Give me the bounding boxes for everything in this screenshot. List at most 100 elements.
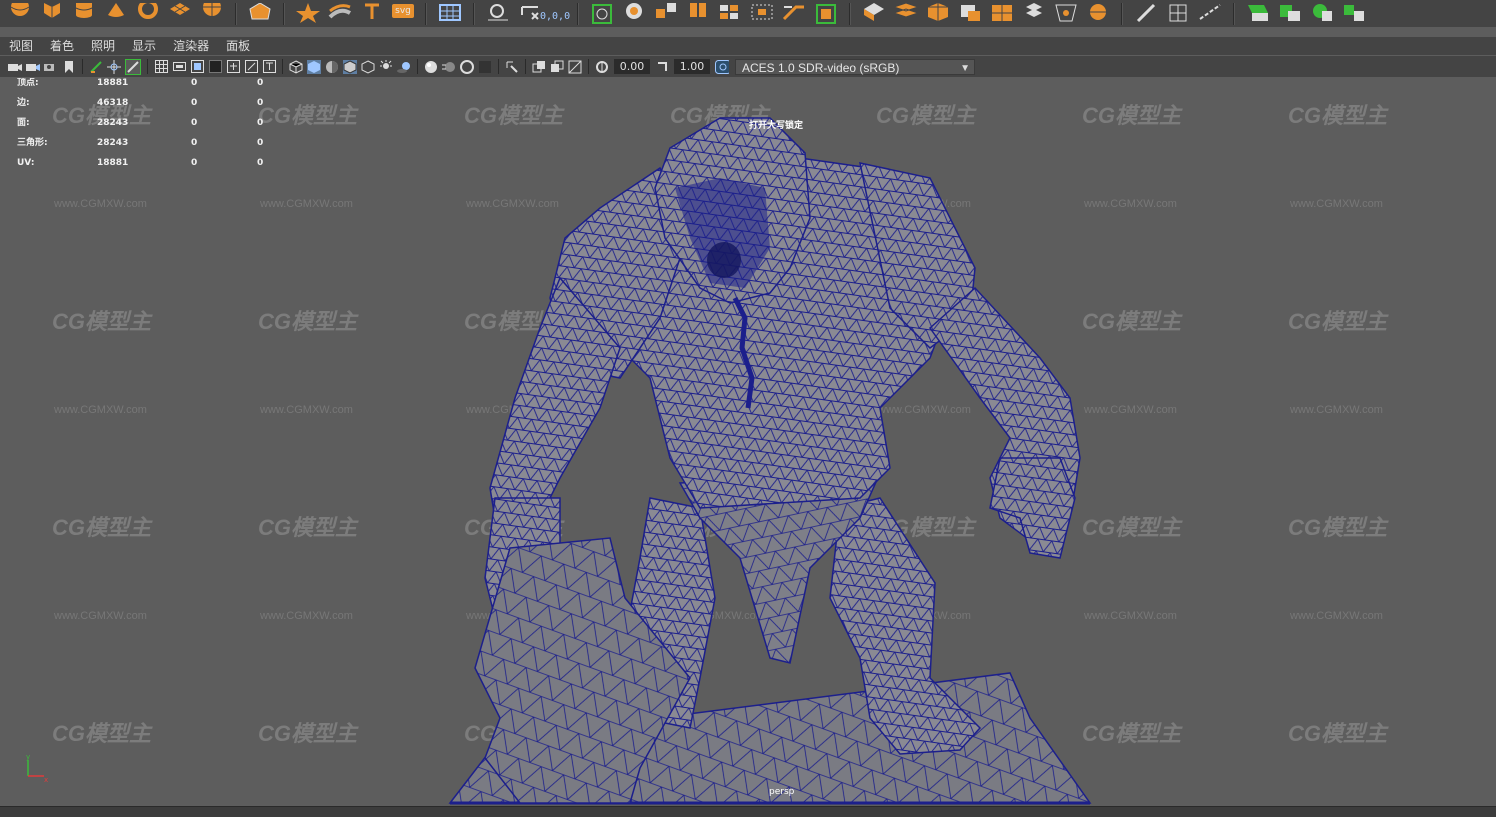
- smooth-icon[interactable]: [718, 3, 742, 25]
- collapse-icon[interactable]: [1022, 2, 1046, 25]
- bridge-icon[interactable]: [894, 2, 919, 25]
- exposure-field[interactable]: 0.00: [614, 59, 650, 74]
- plane-icon[interactable]: [168, 2, 192, 25]
- safe-action-icon[interactable]: [244, 60, 258, 74]
- anti-aliasing-icon[interactable]: [460, 59, 474, 74]
- polygon-sphere-icon[interactable]: [248, 2, 272, 25]
- lattice-icon[interactable]: [1166, 3, 1190, 25]
- reset-transform-icon[interactable]: [518, 3, 542, 25]
- caps-lock-message: 打开大写锁定: [749, 121, 804, 131]
- target-weld-icon[interactable]: [1054, 3, 1078, 25]
- extrude-icon[interactable]: [862, 2, 886, 25]
- shelf-group-transform: 0,0,0: [478, 0, 574, 27]
- toolbar-separator: [525, 59, 526, 74]
- gamma-field[interactable]: 1.00: [674, 59, 710, 74]
- hud-row-faces: 面: 28243 0 0: [17, 118, 264, 128]
- wire-deform-icon[interactable]: [1198, 3, 1222, 25]
- isolate-select-icon[interactable]: [505, 60, 519, 74]
- shelf-separator: [425, 2, 427, 25]
- shelf-separator: [283, 2, 285, 25]
- disc-icon[interactable]: [200, 2, 224, 25]
- origin-coord-label: 0,0,0: [540, 11, 571, 22]
- bookmark-icon[interactable]: [44, 60, 58, 74]
- menu-show[interactable]: 显示: [123, 37, 164, 55]
- field-chart-icon[interactable]: [226, 60, 240, 74]
- cone-icon[interactable]: [104, 2, 128, 25]
- sphere-icon[interactable]: [8, 2, 32, 25]
- svg-tool-icon[interactable]: svg: [392, 3, 414, 18]
- xray-joints-icon[interactable]: [532, 60, 546, 74]
- shelf-group-uv: [1238, 0, 1374, 27]
- poly-count-hud: 顶点: 18881 0 0 边: 46318 0 0 面: 28243 0 0 三角形: 28243…: [17, 78, 277, 178]
- uv-spherical-icon[interactable]: [1310, 3, 1334, 25]
- default-material-icon[interactable]: [325, 60, 339, 74]
- camera-attributes-icon[interactable]: [26, 60, 40, 74]
- shelf: svg 0,0,0: [0, 0, 1496, 27]
- shadows-icon[interactable]: [397, 60, 411, 74]
- grease-pencil-icon[interactable]: [89, 60, 103, 74]
- mirror-icon[interactable]: [814, 3, 838, 25]
- menu-view[interactable]: 视图: [0, 37, 41, 55]
- connect-icon[interactable]: [1086, 3, 1110, 25]
- safe-title-icon[interactable]: [262, 60, 276, 74]
- separate-icon[interactable]: [654, 2, 678, 25]
- star-icon[interactable]: [296, 2, 320, 25]
- motion-blur-icon[interactable]: [442, 60, 456, 74]
- bevel-icon[interactable]: [782, 3, 806, 25]
- wireframe-mesh[interactable]: [0, 78, 1496, 806]
- text-tool-icon[interactable]: [360, 3, 384, 25]
- uv-cylindrical-icon[interactable]: [1278, 3, 1302, 25]
- wireframe-icon[interactable]: [289, 59, 303, 74]
- xray-icon[interactable]: [361, 59, 375, 74]
- cylinder-icon[interactable]: [72, 2, 96, 25]
- color-space-dropdown[interactable]: ACES 1.0 SDR-video (sRGB) ▼: [735, 58, 975, 75]
- color-space-value: ACES 1.0 SDR-video (sRGB): [742, 60, 900, 75]
- combine-icon[interactable]: [622, 2, 646, 25]
- perspective-viewport[interactable]: CG模型主 www.CGMXW.com CG模型主 www.CGMXW.com CG模型…: [0, 78, 1496, 806]
- shelf-group-deform: [1126, 0, 1230, 27]
- screen-space-ao-icon[interactable]: [424, 60, 438, 74]
- cube-icon[interactable]: [40, 2, 64, 25]
- shelf-group-mesh: [582, 0, 846, 27]
- resolution-gate-icon[interactable]: [190, 60, 204, 74]
- chevron-down-icon: ▼: [960, 62, 970, 74]
- wireframe-on-shaded-icon[interactable]: [343, 59, 357, 74]
- depth-of-field-icon[interactable]: [478, 60, 492, 74]
- select-camera-icon[interactable]: [8, 60, 22, 74]
- menu-renderer[interactable]: 渲染器: [164, 37, 217, 55]
- backface-cull-icon[interactable]: [568, 60, 582, 74]
- extract-icon[interactable]: [686, 2, 710, 25]
- xray-active-icon[interactable]: [550, 60, 564, 74]
- 2d-pan-zoom-icon[interactable]: [107, 59, 121, 74]
- image-plane-icon[interactable]: [62, 60, 76, 74]
- menu-lighting[interactable]: 照明: [82, 37, 123, 55]
- gate-mask-icon[interactable]: [208, 60, 222, 74]
- merge-icon[interactable]: [990, 3, 1014, 25]
- smooth-shade-icon[interactable]: [307, 59, 321, 74]
- fill-hole-icon[interactable]: [958, 3, 982, 25]
- mesh-mouth: [707, 242, 741, 278]
- bracket-select-icon[interactable]: [590, 3, 614, 25]
- torus-icon[interactable]: [136, 2, 160, 25]
- grid-icon[interactable]: [438, 3, 462, 25]
- append-icon[interactable]: [926, 2, 950, 25]
- uv-planar-icon[interactable]: [1246, 3, 1270, 25]
- hud-row-uvs: UV: 18881 0 0: [17, 158, 264, 168]
- film-gate-icon[interactable]: [172, 60, 186, 74]
- uv-auto-icon[interactable]: [1342, 3, 1366, 25]
- color-management-icon[interactable]: [715, 59, 729, 74]
- toolbar-separator: [82, 59, 83, 74]
- measure-icon[interactable]: [486, 3, 510, 25]
- exposure-icon[interactable]: [595, 60, 609, 74]
- toolbar-separator: [147, 59, 148, 74]
- menu-shading[interactable]: 着色: [41, 37, 82, 55]
- grid-toggle-icon[interactable]: [125, 58, 141, 75]
- menu-panels[interactable]: 面板: [217, 37, 258, 55]
- pipe-icon[interactable]: [328, 3, 352, 25]
- sculpt-brush-icon[interactable]: [1134, 3, 1158, 25]
- axis-x-label: x: [44, 776, 48, 784]
- all-lights-icon[interactable]: [379, 59, 393, 74]
- reduce-icon[interactable]: [750, 3, 774, 25]
- grid-display-icon[interactable]: [154, 60, 168, 74]
- gamma-icon[interactable]: [655, 60, 669, 74]
